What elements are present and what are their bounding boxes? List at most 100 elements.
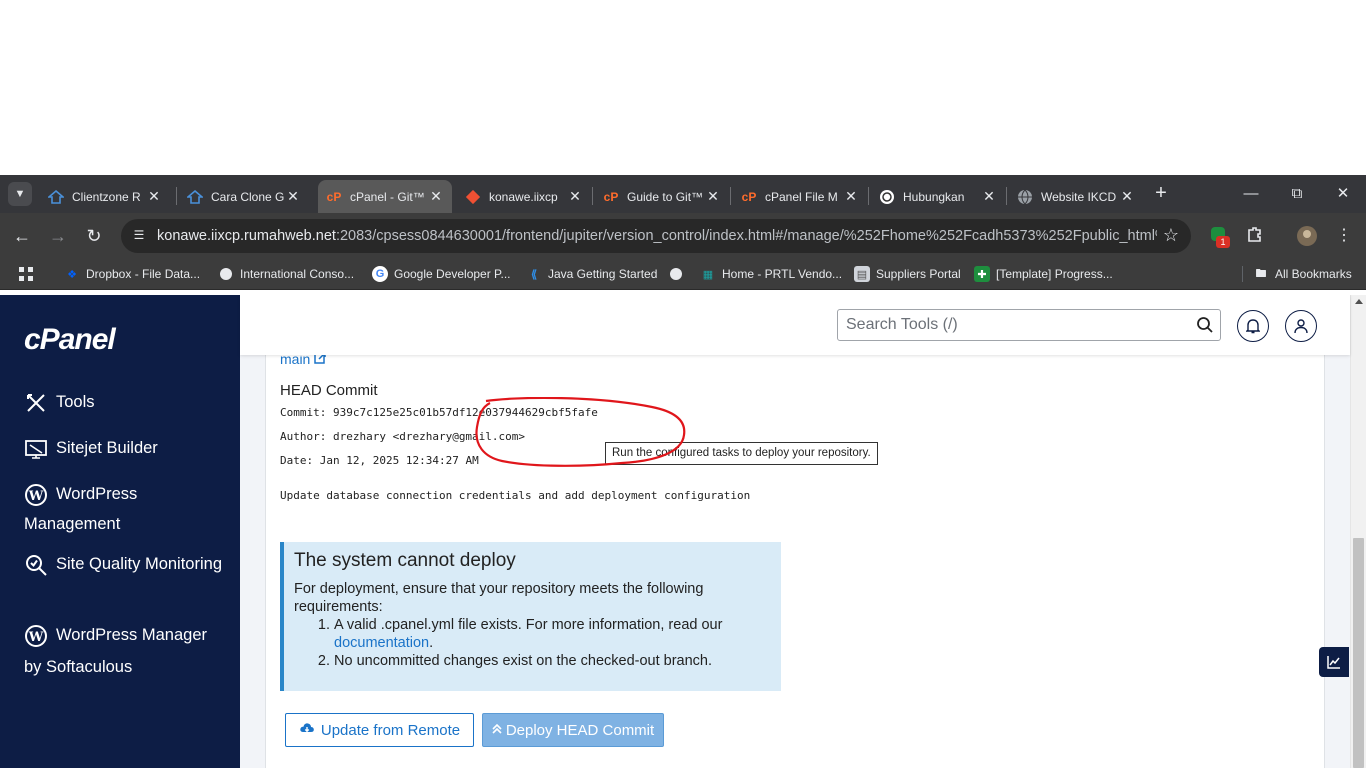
- date-value: Jan 12, 2025 12:34:27 AM: [319, 454, 479, 467]
- profile-avatar-icon[interactable]: [1296, 225, 1318, 247]
- close-icon[interactable]: ✕: [567, 188, 583, 205]
- menu-kebab-icon[interactable]: ⋮: [1333, 225, 1355, 247]
- cpanel-icon: cP: [326, 189, 342, 204]
- browser-tab[interactable]: cP Guide to Git™ ✕: [595, 180, 729, 213]
- bookmark-template[interactable]: ✚ [Template] Progress...: [974, 266, 1113, 282]
- documentation-link[interactable]: documentation: [334, 635, 429, 651]
- alert-intro: For deployment, ensure that your reposit…: [294, 581, 704, 615]
- svg-text:W: W: [28, 630, 44, 645]
- top-header: [240, 295, 1350, 355]
- close-icon[interactable]: ✕: [981, 188, 997, 205]
- cpanel-icon: cP: [741, 189, 757, 204]
- browser-tab-active[interactable]: cP cPanel - Git™ ✕: [318, 180, 452, 213]
- search-tools-box[interactable]: [837, 309, 1221, 341]
- requirement-item: No uncommitted changes exist on the chec…: [334, 652, 771, 670]
- site-quality-icon: [24, 553, 48, 577]
- bookmark-dropbox[interactable]: ❖ Dropbox - File Data...: [64, 266, 200, 282]
- browser-tab[interactable]: Website IKCD ✕: [1009, 180, 1143, 213]
- minimize-icon[interactable]: —: [1239, 183, 1263, 205]
- sidebar: cPanel Tools Sitejet Builder W WordPress …: [0, 295, 240, 768]
- prtl-icon: ▦: [702, 268, 714, 281]
- all-bookmarks[interactable]: 🖿 All Bookmarks: [1242, 266, 1352, 282]
- close-icon[interactable]: ✕: [428, 188, 444, 205]
- tab-divider: [1006, 187, 1007, 205]
- wordpress-icon: W: [24, 624, 48, 648]
- bookmark-globe[interactable]: [668, 266, 690, 282]
- bookmark-java[interactable]: ⟪ Java Getting Started: [526, 266, 657, 282]
- requirement-item: A valid .cpanel.yml file exists. For mor…: [334, 616, 771, 652]
- document-icon: ▤: [854, 266, 870, 282]
- author-line: Author: drezhary <drezhary@gmail.com>: [280, 430, 526, 443]
- browser-tab[interactable]: Hubungkan ✕: [871, 180, 1005, 213]
- browser-tab[interactable]: konawe.iixcp ✕: [457, 180, 591, 213]
- close-icon[interactable]: ✕: [146, 188, 162, 205]
- clientzone-icon: [187, 189, 203, 205]
- scrollbar-thumb[interactable]: [1353, 538, 1364, 768]
- double-chevron-up-icon: [492, 722, 502, 739]
- sidebar-item-wordpress-management[interactable]: W WordPress Management: [24, 479, 224, 539]
- close-icon[interactable]: ✕: [843, 188, 859, 205]
- notifications-bell-icon[interactable]: [1237, 310, 1269, 342]
- requirements-list: A valid .cpanel.yml file exists. For mor…: [334, 616, 771, 670]
- sidebar-item-wordpress-softaculous[interactable]: W WordPress Manager by Softaculous: [24, 619, 224, 683]
- tab-divider: [730, 187, 731, 205]
- sitejet-icon: [24, 437, 48, 461]
- repository-panel: main HEAD Commit Commit: 939c7c125e25c01…: [265, 325, 1325, 768]
- sidebar-item-sitejet[interactable]: Sitejet Builder: [24, 433, 224, 463]
- sidebar-item-site-quality[interactable]: Site Quality Monitoring: [24, 549, 224, 579]
- browser-tab[interactable]: Clientzone R ✕: [40, 180, 170, 213]
- tab-divider: [868, 187, 869, 205]
- close-icon[interactable]: ✕: [1119, 188, 1135, 205]
- folder-icon: 🖿: [1255, 267, 1267, 280]
- restore-icon[interactable]: ⧉: [1285, 183, 1309, 205]
- tools-icon: [24, 391, 48, 415]
- close-icon[interactable]: ✕: [285, 188, 301, 205]
- head-commit-title: HEAD Commit: [280, 382, 378, 399]
- svg-text:W: W: [28, 489, 44, 504]
- browser-tabstrip: ▼ Clientzone R ✕ Cara Clone G ✕ cP cPane…: [0, 175, 1366, 213]
- date-line: Date: Jan 12, 2025 12:34:27 AM: [280, 454, 479, 467]
- author-value: drezhary <drezhary@gmail.com>: [332, 430, 526, 443]
- close-icon[interactable]: ✕: [705, 188, 721, 205]
- window-close-icon[interactable]: ✕: [1331, 183, 1355, 205]
- alert-title: The system cannot deploy: [294, 550, 516, 571]
- commit-message: Update database connection credentials a…: [280, 489, 751, 502]
- browser-tab[interactable]: Cara Clone G ✕: [179, 180, 309, 213]
- bookmarks-bar: ❖ Dropbox - File Data... International Co…: [0, 260, 1366, 290]
- browser-tab[interactable]: cP cPanel File M ✕: [733, 180, 867, 213]
- deploy-warning-alert: The system cannot deploy For deployment,…: [280, 542, 781, 691]
- bookmark-star-icon[interactable]: ☆: [1163, 225, 1179, 246]
- globe-icon: [668, 266, 684, 282]
- page-scrollbar[interactable]: [1350, 295, 1366, 768]
- site-info-icon[interactable]: ☰: [131, 228, 147, 244]
- bookmark-suppliers[interactable]: ▤ Suppliers Portal: [854, 266, 961, 282]
- apps-grid-icon[interactable]: [18, 266, 34, 282]
- url-text[interactable]: konawe.iixcp.rumahweb.net:2083/cpsess084…: [157, 228, 1157, 244]
- clientzone-icon: [48, 189, 64, 205]
- chart-trend-icon[interactable]: [1319, 647, 1349, 677]
- address-bar[interactable]: ☰ konawe.iixcp.rumahweb.net:2083/cpsess0…: [121, 219, 1191, 253]
- deploy-head-commit-button[interactable]: Deploy HEAD Commit: [482, 713, 664, 747]
- new-tab-plus-icon[interactable]: +: [1150, 183, 1172, 205]
- extension-badge: 1: [1216, 236, 1230, 248]
- search-input[interactable]: [838, 310, 1178, 340]
- search-icon[interactable]: [1196, 316, 1214, 339]
- tab-divider: [592, 187, 593, 205]
- commit-hash: 939c7c125e25c01b57df12e037944629cbf5fafe: [332, 406, 598, 419]
- bookmark-international[interactable]: International Conso...: [218, 266, 354, 282]
- forward-arrow-icon[interactable]: →: [47, 225, 69, 247]
- reload-icon[interactable]: ↻: [83, 225, 105, 247]
- bookmark-prtl[interactable]: ▦ Home - PRTL Vendo...: [700, 266, 842, 282]
- scroll-up-arrow-icon[interactable]: [1355, 299, 1363, 304]
- tab-divider: [176, 187, 177, 205]
- tab-search-chevron-icon[interactable]: ▼: [8, 182, 32, 206]
- git-icon: [465, 189, 481, 205]
- globe-icon: [1017, 189, 1033, 205]
- user-account-icon[interactable]: [1285, 310, 1317, 342]
- extensions-puzzle-icon[interactable]: [1244, 225, 1266, 247]
- back-arrow-icon[interactable]: ←: [11, 225, 33, 247]
- cpanel-logo[interactable]: cPanel: [24, 323, 116, 357]
- sidebar-item-tools[interactable]: Tools: [24, 387, 224, 417]
- bookmark-google-developer[interactable]: G Google Developer P...: [372, 266, 511, 282]
- update-from-remote-button[interactable]: Update from Remote: [285, 713, 474, 747]
